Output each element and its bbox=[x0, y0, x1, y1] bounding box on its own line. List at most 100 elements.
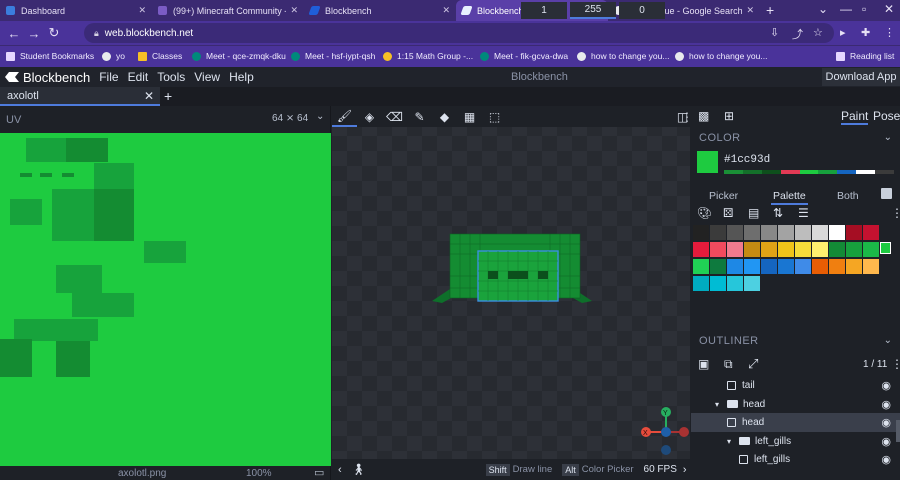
palette-swatch[interactable] bbox=[795, 225, 811, 240]
add-group-icon[interactable]: ⧉ bbox=[724, 357, 733, 372]
palette-swatch[interactable] bbox=[727, 242, 743, 257]
bookmark-star-icon[interactable]: ☆ bbox=[813, 26, 823, 39]
bars-icon[interactable]: ▤ bbox=[748, 206, 759, 220]
bookmark[interactable]: yo bbox=[102, 51, 125, 61]
outliner-row[interactable]: left_gills ◉ bbox=[691, 450, 900, 469]
close-tab-icon[interactable]: ✕ bbox=[746, 5, 754, 16]
close-window-icon[interactable]: ✕ bbox=[884, 2, 894, 16]
visibility-eye-icon[interactable]: ◉ bbox=[881, 416, 891, 429]
shape-tool-icon[interactable]: ◆ bbox=[432, 106, 457, 127]
palette-swatch[interactable] bbox=[727, 276, 743, 291]
outliner-row[interactable]: tail ◉ bbox=[691, 376, 900, 395]
expand-caret-icon[interactable]: ▾ bbox=[715, 400, 725, 409]
chevron-down-icon[interactable]: ⌄ bbox=[316, 111, 324, 122]
palette-swatch[interactable] bbox=[727, 225, 743, 240]
chrome-menu-icon[interactable]: ⋮ bbox=[884, 26, 895, 39]
palette-swatch[interactable] bbox=[727, 259, 743, 274]
visibility-eye-icon[interactable]: ◉ bbox=[881, 379, 891, 392]
close-tab-icon[interactable]: ✕ bbox=[290, 5, 298, 16]
color-picker-tool-icon[interactable]: ✎ bbox=[407, 106, 432, 127]
palette-swatch[interactable] bbox=[693, 276, 709, 291]
new-project-button[interactable]: + bbox=[164, 88, 172, 104]
more-icon[interactable]: ⋮ bbox=[891, 357, 900, 371]
palette-swatch[interactable] bbox=[812, 225, 828, 240]
palette-swatch[interactable] bbox=[710, 242, 726, 257]
palette-swatch[interactable] bbox=[812, 259, 828, 274]
menu-tools[interactable]: Tools bbox=[157, 70, 185, 84]
bookmark-folder[interactable]: Student Bookmarks bbox=[6, 51, 94, 61]
extension-icon[interactable]: ▸ bbox=[840, 26, 846, 39]
bookmark[interactable]: how to change you... bbox=[577, 51, 669, 61]
palette-swatch[interactable] bbox=[744, 259, 760, 274]
3d-viewport[interactable]: Y X bbox=[332, 106, 690, 480]
checkbox[interactable] bbox=[881, 188, 892, 199]
puzzle-icon[interactable]: ✚ bbox=[861, 26, 870, 39]
reading-list[interactable]: Reading list bbox=[836, 51, 894, 61]
download-app-button[interactable]: Download App bbox=[822, 68, 900, 86]
palette-swatch[interactable] bbox=[795, 259, 811, 274]
browser-tab[interactable]: Dashboard ✕ bbox=[0, 0, 152, 21]
bookmark[interactable]: Meet - hsf-iypt-qsh bbox=[291, 51, 375, 61]
outliner-scrollbar[interactable] bbox=[896, 420, 900, 442]
back-icon[interactable]: ← bbox=[4, 26, 24, 41]
palette-swatch[interactable] bbox=[846, 259, 862, 274]
color-history[interactable] bbox=[724, 170, 895, 174]
eraser-tool-icon[interactable]: ⌫ bbox=[382, 106, 407, 127]
bookmark[interactable]: 1:15 Math Group -... bbox=[383, 51, 473, 61]
mode-paint-tab[interactable]: Paint bbox=[841, 109, 869, 125]
selection-tool-icon[interactable]: ⬚ bbox=[482, 106, 507, 127]
copy-brush-tool-icon[interactable]: ▦ bbox=[457, 106, 482, 127]
palette-swatch-selected[interactable] bbox=[880, 242, 891, 254]
palette-swatch[interactable] bbox=[795, 242, 811, 257]
palette-swatch[interactable] bbox=[846, 242, 862, 257]
uv-texture-canvas[interactable] bbox=[0, 133, 331, 466]
fill-tool-icon[interactable]: ◈ bbox=[357, 106, 382, 127]
reload-icon[interactable]: ↻ bbox=[44, 25, 64, 41]
bookmark[interactable]: Classes bbox=[138, 51, 182, 61]
bookmark[interactable]: Meet - qce-zmqk-dku bbox=[192, 51, 286, 61]
palette-swatch[interactable] bbox=[829, 242, 845, 257]
palette-icon[interactable]: 🎨︎ bbox=[697, 206, 712, 220]
palette-swatch[interactable] bbox=[761, 225, 777, 240]
palette-swatch[interactable] bbox=[693, 259, 709, 274]
palette-swatch[interactable] bbox=[829, 259, 845, 274]
palette-swatch[interactable] bbox=[778, 225, 794, 240]
share-icon[interactable]: ⤴ bbox=[792, 26, 803, 42]
person-icon[interactable]: 🚶︎ bbox=[352, 463, 366, 476]
menu-edit[interactable]: Edit bbox=[128, 70, 149, 84]
brush-softness-input[interactable]: 0 bbox=[619, 2, 665, 19]
bookmark[interactable]: how to change you... bbox=[675, 51, 767, 61]
close-tab-icon[interactable]: ✕ bbox=[442, 5, 450, 16]
palette-swatch[interactable] bbox=[710, 259, 726, 274]
browser-tab[interactable]: (99+) Minecraft Community - ... ✕ bbox=[152, 0, 304, 21]
list-icon[interactable]: ☰ bbox=[798, 206, 809, 220]
expand-caret-icon[interactable]: ▾ bbox=[727, 437, 737, 446]
color-palette[interactable] bbox=[693, 225, 893, 293]
address-bar[interactable]: 🔒︎ web.blockbench.net bbox=[84, 23, 834, 43]
palette-swatch[interactable] bbox=[863, 259, 879, 274]
palette-swatch[interactable] bbox=[693, 225, 709, 240]
menu-help[interactable]: Help bbox=[229, 70, 254, 84]
palette-swatch[interactable] bbox=[778, 259, 794, 274]
palette-swatch[interactable] bbox=[710, 276, 726, 291]
outliner-row[interactable]: ▾ left_gills ◉ bbox=[691, 432, 900, 451]
more-icon[interactable]: ⋮ bbox=[891, 206, 900, 220]
palette-tab[interactable]: Palette bbox=[771, 190, 808, 205]
visibility-eye-icon[interactable]: ◉ bbox=[881, 435, 891, 448]
checkerboard-icon[interactable]: ▩ bbox=[698, 109, 709, 123]
palette-swatch[interactable] bbox=[744, 242, 760, 257]
close-tab-icon[interactable]: ✕ bbox=[138, 5, 146, 16]
visibility-eye-icon[interactable]: ◉ bbox=[881, 398, 891, 411]
outliner-row[interactable]: ▾ head ◉ bbox=[691, 395, 900, 414]
menu-view[interactable]: View bbox=[194, 70, 220, 84]
add-cube-icon[interactable]: ▣ bbox=[698, 357, 709, 371]
chevron-down-icon[interactable]: ⌄ bbox=[884, 335, 892, 346]
brush-opacity-input[interactable]: 255 bbox=[570, 2, 616, 19]
hex-color-value[interactable]: #1cc93d bbox=[724, 154, 770, 166]
picker-tab[interactable]: Picker bbox=[709, 190, 738, 202]
palette-swatch[interactable] bbox=[863, 242, 879, 257]
browser-tab[interactable]: Blockbench ✕ bbox=[304, 0, 456, 21]
project-tab-axolotl[interactable]: axolotl ✕ bbox=[0, 87, 160, 106]
palette-swatch[interactable] bbox=[863, 225, 879, 240]
brush-tool-icon[interactable]: 🖌︎ bbox=[332, 106, 357, 127]
